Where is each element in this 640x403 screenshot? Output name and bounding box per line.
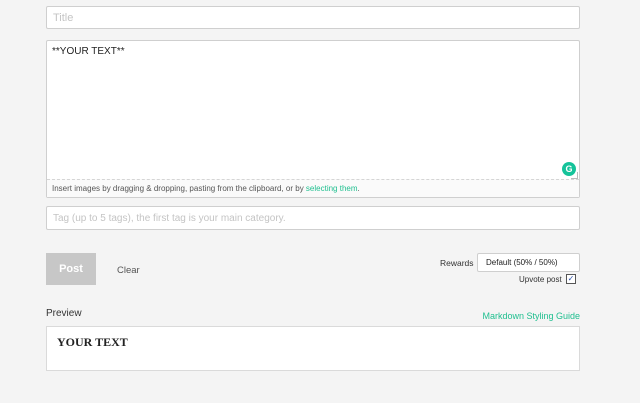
preview-box: YOUR TEXT (46, 326, 580, 371)
title-input[interactable] (46, 6, 580, 29)
resize-handle-icon[interactable] (571, 172, 578, 179)
dropzone-suffix: . (357, 184, 360, 193)
rewards-select[interactable]: Default (50% / 50%) (477, 253, 580, 272)
select-images-link[interactable]: selecting them (306, 184, 358, 193)
dropzone-text: Insert images by dragging & dropping, pa… (52, 184, 306, 193)
clear-button[interactable]: Clear (117, 265, 140, 276)
body-textarea[interactable]: **YOUR TEXT** (47, 41, 579, 180)
image-dropzone[interactable]: Insert images by dragging & dropping, pa… (47, 179, 579, 197)
markdown-styling-guide-link[interactable]: Markdown Styling Guide (482, 311, 580, 321)
upvote-label: Upvote post (519, 275, 562, 284)
post-button[interactable]: Post (46, 253, 96, 285)
tags-input[interactable] (46, 206, 580, 230)
rewards-label: Rewards (440, 258, 474, 268)
post-editor: **YOUR TEXT** G Insert images by draggin… (46, 40, 580, 198)
preview-rendered-text: YOUR TEXT (57, 335, 128, 349)
upvote-checkbox[interactable]: ✓ (566, 274, 576, 284)
preview-heading: Preview (46, 308, 82, 319)
